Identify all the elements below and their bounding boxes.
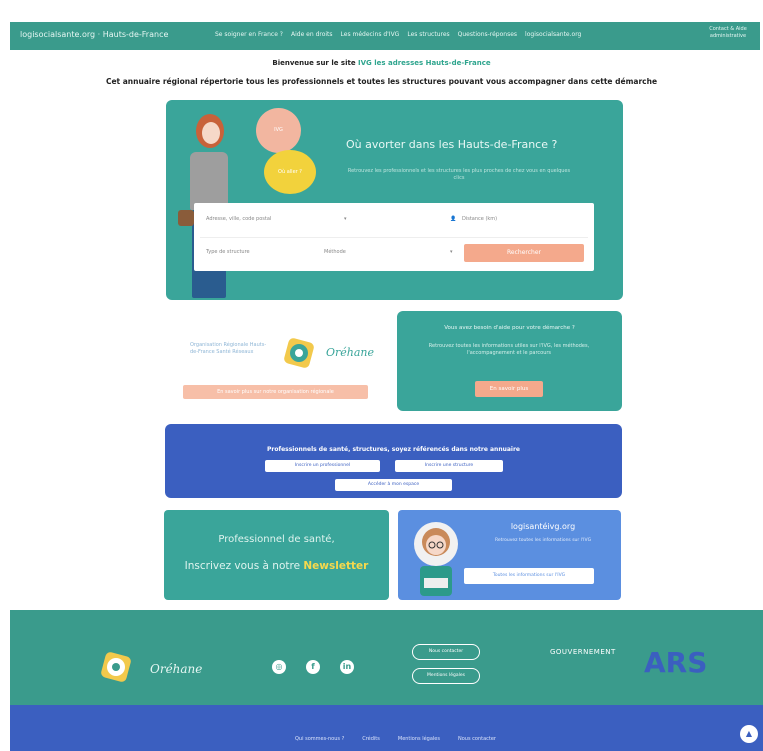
info-text: Retrouvez toutes les informations utiles…	[428, 343, 590, 356]
bottom-links: Qui sommes-nous ? Crédits Mentions légal…	[295, 736, 496, 742]
distance-input[interactable]: Distance (km)	[462, 216, 497, 222]
nav-link-questions[interactable]: Questions-réponses	[458, 31, 517, 38]
hero-subtitle: Retrouvez les professionnels et les stru…	[347, 168, 571, 181]
nav-link-medecins[interactable]: Les médecins d'IVG	[341, 31, 400, 38]
register-section: Professionnels de santé, structures, soy…	[165, 424, 622, 498]
welcome-line: Bienvenue sur le site IVG les adresses H…	[0, 59, 763, 67]
illustration-bag	[178, 210, 194, 226]
logisante-card: logisantéivg.org Retrouvez toutes les in…	[398, 510, 621, 600]
info-more-button[interactable]: En savoir plus	[475, 381, 543, 397]
divider	[200, 237, 588, 238]
bottom-link-legal[interactable]: Mentions légales	[398, 736, 440, 742]
nav-link-structures[interactable]: Les structures	[407, 31, 449, 38]
footer-brand: Oréhane	[150, 662, 203, 676]
instagram-icon[interactable]: ◎	[272, 660, 286, 674]
ars-logo-text: ARS	[644, 646, 708, 679]
orehane-name: Oréhane	[326, 346, 375, 359]
newsletter-line2: Inscrivez vous à notre Newsletter	[164, 560, 389, 572]
ars-logo: ARS	[644, 646, 707, 679]
method-select[interactable]: Méthode	[324, 249, 346, 255]
info-heading: Vous avez besoin d'aide pour votre démar…	[444, 325, 575, 331]
avatar-illustration-icon	[414, 522, 458, 596]
welcome-highlight: IVG les adresses Hauts-de-France	[358, 59, 491, 67]
nav-links: Se soigner en France ? Aide en droits Le…	[215, 31, 581, 38]
user-icon: 👤	[450, 216, 457, 222]
bottom-link-contact[interactable]: Nous contacter	[458, 736, 496, 742]
tagline: Cet annuaire régional répertorie tous le…	[105, 77, 658, 86]
nav-link-aide[interactable]: Aide en droits	[291, 31, 333, 38]
chevron-down-icon: ▾	[344, 216, 347, 222]
newsletter-prefix: Inscrivez vous à notre	[184, 560, 301, 572]
site-brand[interactable]: logisocialsante.org · Hauts-de-France	[20, 30, 168, 39]
bottom-link-about[interactable]: Qui sommes-nous ?	[295, 736, 344, 742]
orehane-logo-icon	[284, 338, 314, 368]
illustration-face	[202, 122, 220, 144]
orehane-logo-icon	[101, 652, 131, 682]
bottom-bar: Qui sommes-nous ? Crédits Mentions légal…	[10, 705, 763, 751]
speech-bubble-2: Où aller ?	[264, 150, 316, 194]
chevron-down-icon: ▾	[450, 249, 453, 255]
search-button[interactable]: Rechercher	[464, 244, 584, 262]
footer-contact-button[interactable]: Nous contacter	[412, 644, 480, 660]
hero-section: IVG Où aller ? Où avorter dans les Hauts…	[166, 100, 623, 300]
address-input[interactable]: Adresse, ville, code postal	[206, 216, 271, 222]
hero-title: Où avorter dans les Hauts-de-France ?	[346, 138, 558, 151]
search-form: Adresse, ville, code postal ▾ 👤 Distance…	[194, 203, 594, 271]
footer-legal-button[interactable]: Mentions légales	[412, 668, 480, 684]
government-logo: GOUVERNEMENT	[550, 648, 616, 656]
logisante-button[interactable]: Toutes les informations sur l'IVG	[464, 568, 594, 584]
linkedin-icon[interactable]: in	[340, 660, 354, 674]
contact-link[interactable]: Contact & Aide administrative	[706, 26, 750, 40]
logisante-subtitle: Retrouvez toutes les informations sur l'…	[494, 538, 592, 543]
speech-bubble-1: IVG	[256, 108, 301, 153]
newsletter-card[interactable]: Professionnel de santé, Inscrivez vous à…	[164, 510, 389, 600]
scroll-top-icon[interactable]: ▲	[740, 725, 758, 743]
illustration-body	[190, 152, 228, 210]
structure-type-select[interactable]: Type de structure	[206, 249, 250, 255]
access-space-button[interactable]: Accéder à mon espace	[335, 479, 452, 491]
top-navigation: logisocialsante.org · Hauts-de-France Se…	[10, 22, 760, 50]
register-title: Professionnels de santé, structures, soy…	[267, 446, 520, 453]
footer: Oréhane ◎ f in Nous contacter Mentions l…	[10, 610, 763, 705]
welcome-prefix: Bienvenue sur le site	[272, 59, 356, 67]
nav-link-se-soigner[interactable]: Se soigner en France ?	[215, 31, 283, 38]
nav-link-logisante[interactable]: logisocialsante.org	[525, 31, 581, 38]
bottom-link-credits[interactable]: Crédits	[362, 736, 380, 742]
orehane-description: Organisation Régionale Hauts-de-France S…	[190, 342, 267, 355]
facebook-icon[interactable]: f	[306, 660, 320, 674]
logisante-title: logisantéivg.org	[510, 522, 576, 531]
newsletter-highlight[interactable]: Newsletter	[303, 560, 368, 572]
register-professional-button[interactable]: Inscrire un professionnel	[265, 460, 380, 472]
newsletter-line1: Professionnel de santé,	[218, 534, 335, 545]
register-structure-button[interactable]: Inscrire une structure	[395, 460, 503, 472]
info-card: Vous avez besoin d'aide pour votre démar…	[397, 311, 622, 411]
orehane-button[interactable]: En savoir plus sur notre organisation ré…	[183, 385, 368, 399]
